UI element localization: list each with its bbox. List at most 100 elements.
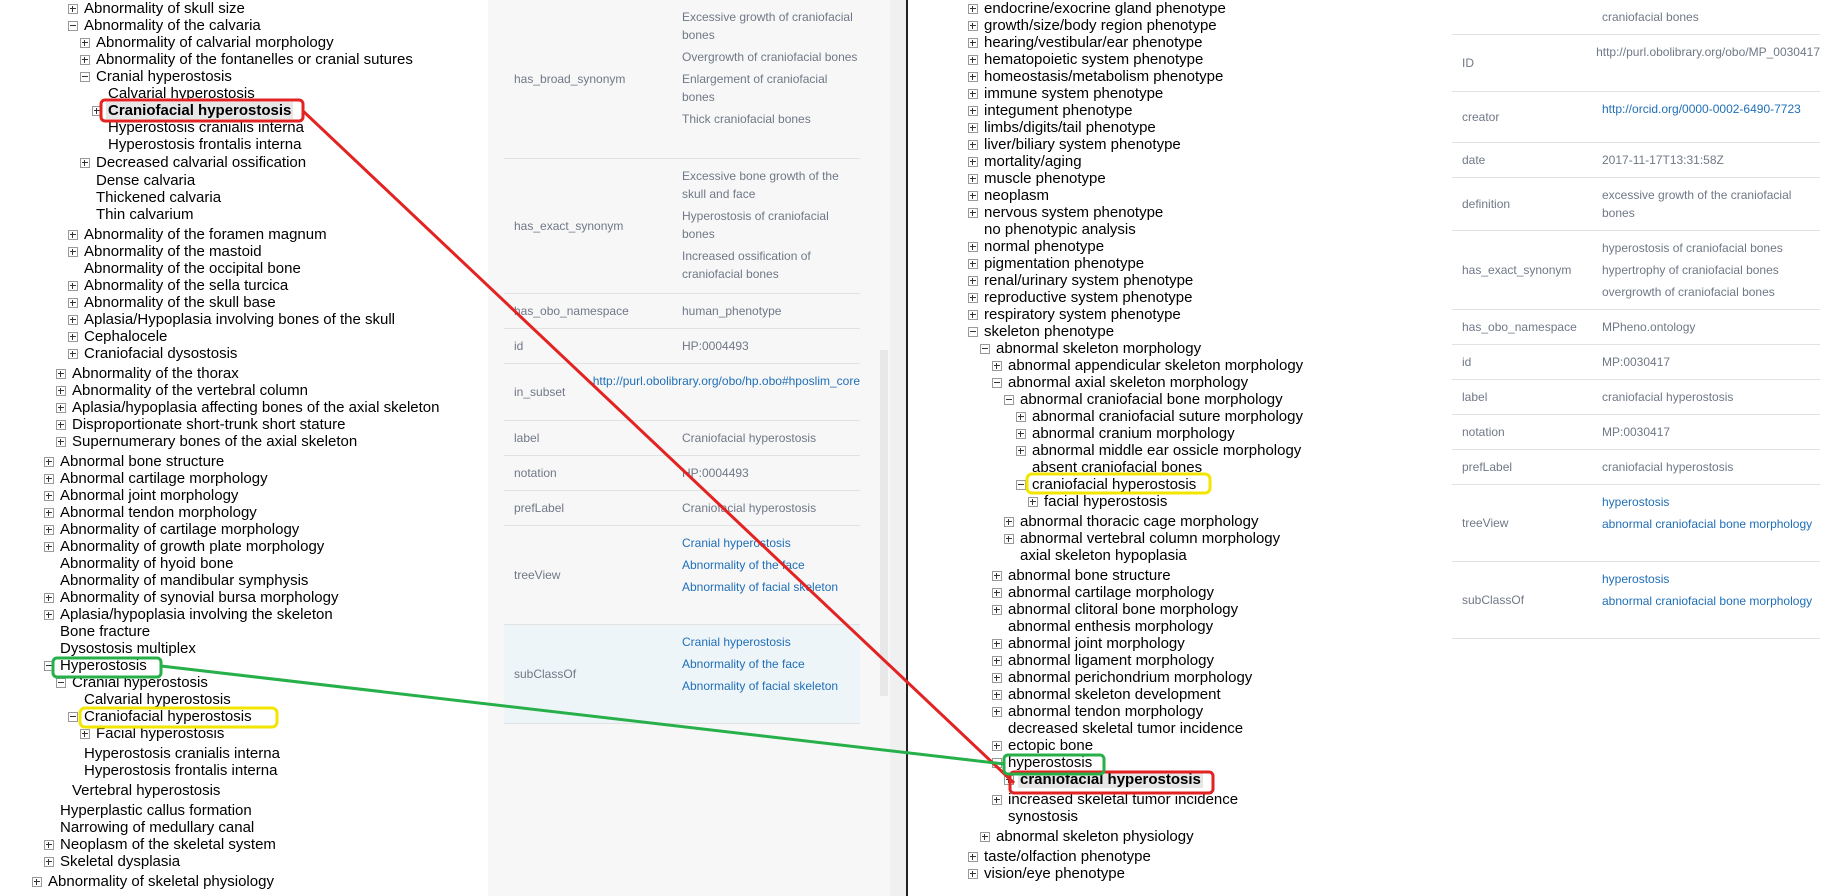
tree-node[interactable]: abnormal middle ear ossicle morphology <box>1016 442 1303 459</box>
tree-node-label[interactable]: synostosis <box>1006 808 1080 825</box>
expand-icon[interactable] <box>1028 497 1038 507</box>
property-link[interactable]: http://orcid.org/0000-0002-6490-7723 <box>1602 100 1820 118</box>
tree-node-label[interactable]: Decreased calvarial ossification <box>94 154 308 171</box>
expand-icon[interactable] <box>44 474 54 484</box>
tree-node[interactable]: abnormal cartilage morphology <box>992 584 1216 601</box>
tree-node[interactable]: Abnormality of the sella turcica <box>68 277 290 294</box>
tree-node-label[interactable]: hyperostosis <box>1006 754 1094 771</box>
tree-node[interactable]: Abnormality of the occipital bone <box>82 260 303 277</box>
tree-node[interactable]: Abnormality of synovial bursa morphology <box>44 589 340 606</box>
expand-icon[interactable] <box>56 403 66 413</box>
tree-node[interactable]: Craniofacial hyperostosis <box>68 708 254 725</box>
tree-node[interactable]: Abnormality of the thorax <box>56 365 241 382</box>
tree-node-label[interactable]: Abnormality of growth plate morphology <box>58 538 326 555</box>
expand-icon[interactable] <box>68 230 78 240</box>
tree-node[interactable]: abnormal skeleton physiology <box>980 828 1196 845</box>
tree-node[interactable]: Abnormality of the skull base <box>68 294 278 311</box>
tree-node-label[interactable]: abnormal axial skeleton morphology <box>1006 374 1250 391</box>
collapse-icon[interactable] <box>1016 480 1026 490</box>
tree-node-label[interactable]: abnormal ligament morphology <box>1006 652 1216 669</box>
tree-node[interactable]: Vertebral hyperostosis <box>70 782 222 799</box>
tree-node-label[interactable]: Thin calvarium <box>94 206 196 223</box>
expand-icon[interactable] <box>68 349 78 359</box>
tree-node[interactable]: mortality/aging <box>968 153 1084 170</box>
tree-node-label[interactable]: endocrine/exocrine gland phenotype <box>982 0 1228 17</box>
tree-node[interactable]: Bone fracture <box>58 623 152 640</box>
tree-node[interactable]: abnormal bone structure <box>992 567 1173 584</box>
tree-node[interactable]: decreased skeletal tumor incidence <box>1006 720 1245 737</box>
tree-node[interactable]: Hyperplastic callus formation <box>58 802 254 819</box>
tree-node[interactable]: synostosis <box>1006 808 1080 825</box>
tree-node[interactable]: abnormal tendon morphology <box>992 703 1205 720</box>
tree-node-label[interactable]: respiratory system phenotype <box>982 306 1183 323</box>
tree-node-label[interactable]: abnormal vertebral column morphology <box>1018 530 1282 547</box>
property-link[interactable]: hyperostosis <box>1602 493 1820 511</box>
tree-node[interactable]: abnormal perichondrium morphology <box>992 669 1254 686</box>
tree-node[interactable]: Disproportionate short-trunk short statu… <box>56 416 347 433</box>
tree-node-label[interactable]: ectopic bone <box>1006 737 1095 754</box>
expand-icon[interactable] <box>44 508 54 518</box>
tree-node-label[interactable]: absent craniofacial bones <box>1030 459 1204 476</box>
expand-icon[interactable] <box>980 832 990 842</box>
expand-icon[interactable] <box>44 491 54 501</box>
tree-node-label[interactable]: Abnormality of synovial bursa morphology <box>58 589 340 606</box>
expand-icon[interactable] <box>44 840 54 850</box>
tree-node-label[interactable]: Craniofacial hyperostosis <box>82 708 254 725</box>
tree-node[interactable]: Abnormal joint morphology <box>44 487 240 504</box>
expand-icon[interactable] <box>968 191 978 201</box>
expand-icon[interactable] <box>968 310 978 320</box>
tree-node-label[interactable]: Narrowing of medullary canal <box>58 819 256 836</box>
expand-icon[interactable] <box>1016 446 1026 456</box>
tree-node[interactable]: Hyperostosis frontalis interna <box>82 762 279 779</box>
hp-properties-scrollbar[interactable] <box>880 350 888 696</box>
tree-node-label[interactable]: Cranial hyperostosis <box>94 68 234 85</box>
expand-icon[interactable] <box>44 593 54 603</box>
tree-node-label[interactable]: Dense calvaria <box>94 172 197 189</box>
tree-node[interactable]: immune system phenotype <box>968 85 1165 102</box>
tree-node-label[interactable]: taste/olfaction phenotype <box>982 848 1153 865</box>
expand-icon[interactable] <box>968 276 978 286</box>
property-link[interactable]: Cranial hyperostosis <box>682 534 860 552</box>
tree-node-label[interactable]: Abnormality of the foramen magnum <box>82 226 329 243</box>
tree-node-label[interactable]: skeleton phenotype <box>982 323 1116 340</box>
tree-node[interactable]: Aplasia/Hypoplasia involving bones of th… <box>68 311 397 328</box>
property-link[interactable]: Abnormality of the face <box>682 556 860 574</box>
tree-node-label[interactable]: increased skeletal tumor incidence <box>1006 791 1240 808</box>
expand-icon[interactable] <box>1004 517 1014 527</box>
tree-node-label[interactable]: facial hyperostosis <box>1042 493 1169 510</box>
tree-node-label[interactable]: Abnormality of the fontanelles or crania… <box>94 51 415 68</box>
tree-node[interactable]: muscle phenotype <box>968 170 1108 187</box>
tree-node[interactable]: taste/olfaction phenotype <box>968 848 1153 865</box>
tree-node-label[interactable]: Hyperostosis frontalis interna <box>106 136 303 153</box>
tree-node-label[interactable]: Abnormality of skull size <box>82 0 247 17</box>
tree-node[interactable]: hematopoietic system phenotype <box>968 51 1205 68</box>
expand-icon[interactable] <box>968 293 978 303</box>
tree-node[interactable]: vision/eye phenotype <box>968 865 1127 882</box>
tree-node[interactable]: Narrowing of medullary canal <box>58 819 256 836</box>
tree-node-label[interactable]: abnormal skeleton morphology <box>994 340 1203 357</box>
tree-node-label[interactable]: Hyperplastic callus formation <box>58 802 254 819</box>
tree-node[interactable]: Skeletal dysplasia <box>44 853 182 870</box>
expand-icon[interactable] <box>56 386 66 396</box>
tree-node[interactable]: ectopic bone <box>992 737 1095 754</box>
tree-node-label[interactable]: integument phenotype <box>982 102 1134 119</box>
tree-node-label[interactable]: no phenotypic analysis <box>982 221 1138 238</box>
tree-node-label[interactable]: Abnormality of calvarial morphology <box>94 34 336 51</box>
collapse-icon[interactable] <box>968 327 978 337</box>
tree-node-label[interactable]: Abnormality of the skull base <box>82 294 278 311</box>
property-link[interactable]: Abnormality of facial skeleton <box>682 677 860 695</box>
tree-node-label[interactable]: Craniofacial dysostosis <box>82 345 239 362</box>
tree-node-label[interactable]: decreased skeletal tumor incidence <box>1006 720 1245 737</box>
tree-node-label[interactable]: Dysostosis multiplex <box>58 640 198 657</box>
tree-node-label[interactable]: Abnormal tendon morphology <box>58 504 259 521</box>
tree-node[interactable]: Abnormality of the calvaria <box>68 17 263 34</box>
tree-node-label[interactable]: Abnormality of mandibular symphysis <box>58 572 310 589</box>
tree-node-label[interactable]: Abnormality of the sella turcica <box>82 277 290 294</box>
tree-node-label[interactable]: mortality/aging <box>982 153 1084 170</box>
expand-icon[interactable] <box>968 157 978 167</box>
collapse-icon[interactable] <box>992 378 1002 388</box>
expand-icon[interactable] <box>80 38 90 48</box>
mp-ontology-tree[interactable]: endocrine/exocrine gland phenotype growth… <box>908 0 1424 896</box>
expand-icon[interactable] <box>68 281 78 291</box>
tree-node[interactable]: abnormal skeleton development <box>992 686 1223 703</box>
